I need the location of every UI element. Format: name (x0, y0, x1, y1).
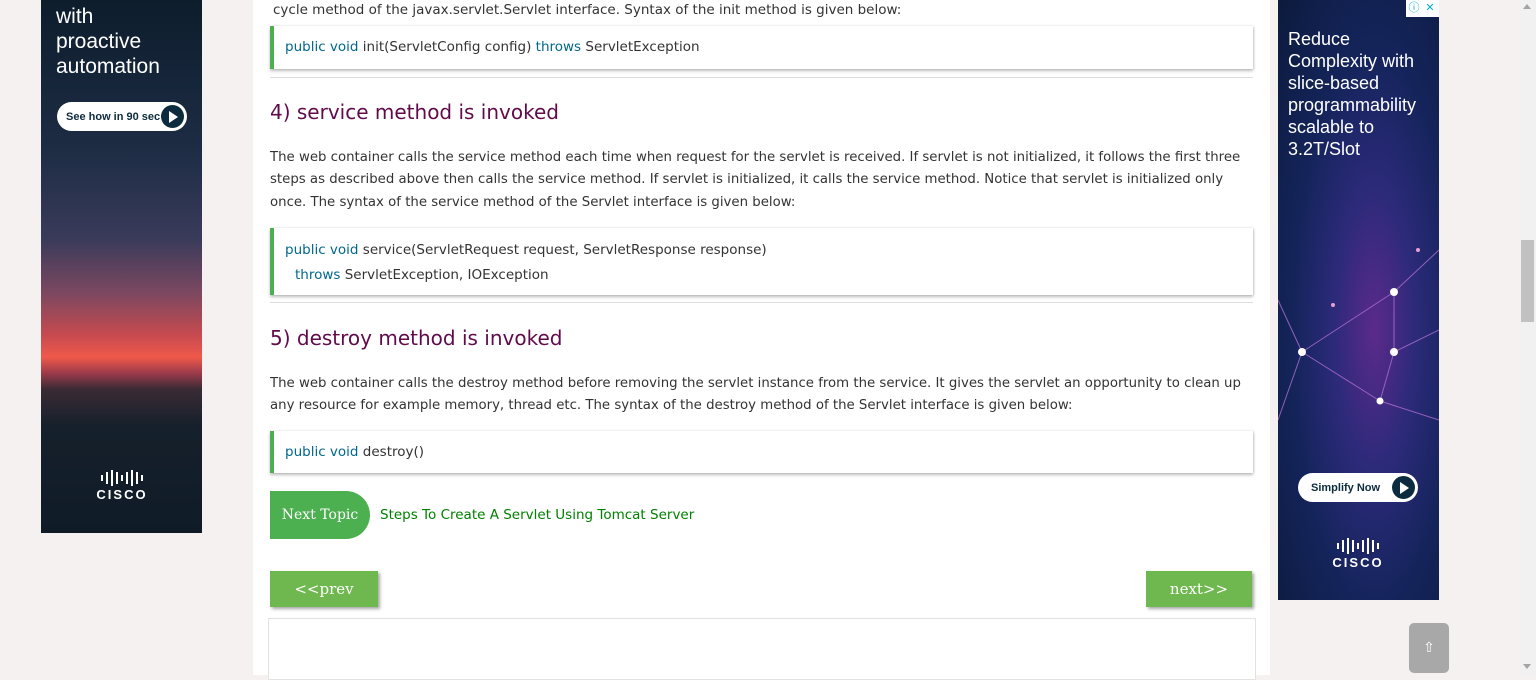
ad-right-line: Reduce (1288, 29, 1351, 49)
code-line: public void init(ServletConfig config) t… (285, 35, 1253, 60)
scroll-to-top-button[interactable]: ⇧ (1409, 623, 1449, 673)
code-text: init(ServletConfig config) (362, 39, 532, 55)
ad-right-line: scalable to (1288, 117, 1375, 137)
cisco-logo: CISCO (90, 470, 154, 502)
paragraph-line: The web container calls the destroy meth… (270, 376, 1241, 391)
paragraph-line: once. The syntax of the service method o… (270, 194, 796, 210)
code-text: service(ServletRequest request, ServletR… (362, 242, 767, 258)
section-heading-destroy: 5) destroy method is invoked (270, 326, 563, 350)
scroll-down-icon[interactable] (1523, 664, 1531, 669)
code-text: ServletException (585, 39, 700, 55)
code-keyword: public void (285, 444, 359, 460)
cisco-wordmark: CISCO (96, 487, 148, 502)
ad-right-line: slice-based (1288, 73, 1380, 93)
code-keyword: throws (535, 39, 582, 55)
ad-right-line: Complexity with (1288, 51, 1415, 71)
paragraph-line: steps as described above then calls the … (270, 172, 1224, 188)
paragraph-line: The web container calls the service meth… (270, 150, 1241, 165)
cisco-logo: CISCO (1326, 538, 1390, 570)
code-text: ServletException, IOException (344, 267, 549, 283)
divider (270, 302, 1253, 303)
next-button[interactable]: next>> (1146, 571, 1252, 607)
ad-left-cta-label: See how in 90 sec (66, 110, 161, 123)
ad-right-line: 3.2T/Slot (1288, 139, 1361, 159)
code-block-init: public void init(ServletConfig config) t… (270, 26, 1253, 69)
ad-left-line: automation (56, 55, 160, 78)
code-block-service: public void service(ServletRequest reque… (270, 228, 1253, 295)
prev-button[interactable]: <<prev (270, 571, 378, 607)
paragraph-line: any resource for example memory, thread … (270, 398, 1073, 414)
ad-left-text: with proactive automation (56, 4, 160, 79)
code-line: public void service(ServletRequest reque… (285, 238, 1253, 263)
code-block-destroy: public void destroy() (270, 431, 1253, 473)
scrollbar-thumb[interactable] (1521, 240, 1534, 322)
code-line: public void destroy() (285, 440, 1253, 465)
section-heading-service: 4) service method is invoked (270, 100, 559, 124)
scroll-up-icon[interactable] (1523, 4, 1531, 9)
code-keyword: public void (285, 39, 359, 55)
close-icon[interactable]: ✕ (1422, 0, 1438, 16)
play-icon (1392, 476, 1415, 499)
cisco-wordmark: CISCO (1332, 555, 1384, 570)
ad-choices[interactable]: ⓘ ✕ (1406, 0, 1439, 17)
ad-left-line: with (56, 5, 94, 28)
ad-right-cta-button[interactable]: Simplify Now (1298, 473, 1418, 502)
code-line: throws ServletException, IOException (285, 263, 1253, 288)
paragraph-service: The web container calls the service meth… (270, 147, 1250, 214)
code-text: destroy() (362, 444, 425, 460)
divider (270, 77, 1253, 78)
info-icon[interactable]: ⓘ (1406, 0, 1422, 16)
ad-right-text: Reduce Complexity with slice-based progr… (1288, 28, 1416, 160)
next-topic-link[interactable]: Steps To Create A Servlet Using Tomcat S… (380, 507, 694, 523)
ad-left-cta-button[interactable]: See how in 90 sec (57, 102, 187, 131)
code-keyword: throws (295, 267, 341, 283)
code-keyword: public void (285, 242, 359, 258)
left-advertisement[interactable]: with proactive automation See how in 90 … (41, 0, 202, 533)
article-content: cycle method of the javax.servlet.Servle… (253, 0, 1270, 680)
ad-left-line: proactive (56, 30, 142, 53)
vertical-scrollbar[interactable] (1519, 0, 1536, 675)
next-topic-label: Next Topic (270, 491, 370, 539)
ad-right-cta-label: Simplify Now (1311, 481, 1381, 494)
play-icon (161, 105, 184, 128)
right-advertisement[interactable]: Reduce Complexity with slice-based progr… (1278, 0, 1439, 600)
bottom-content-box (268, 618, 1256, 680)
paragraph-destroy: The web container calls the destroy meth… (270, 373, 1250, 418)
ad-right-line: programmability (1288, 95, 1417, 115)
intro-text: cycle method of the javax.servlet.Servle… (273, 2, 902, 18)
